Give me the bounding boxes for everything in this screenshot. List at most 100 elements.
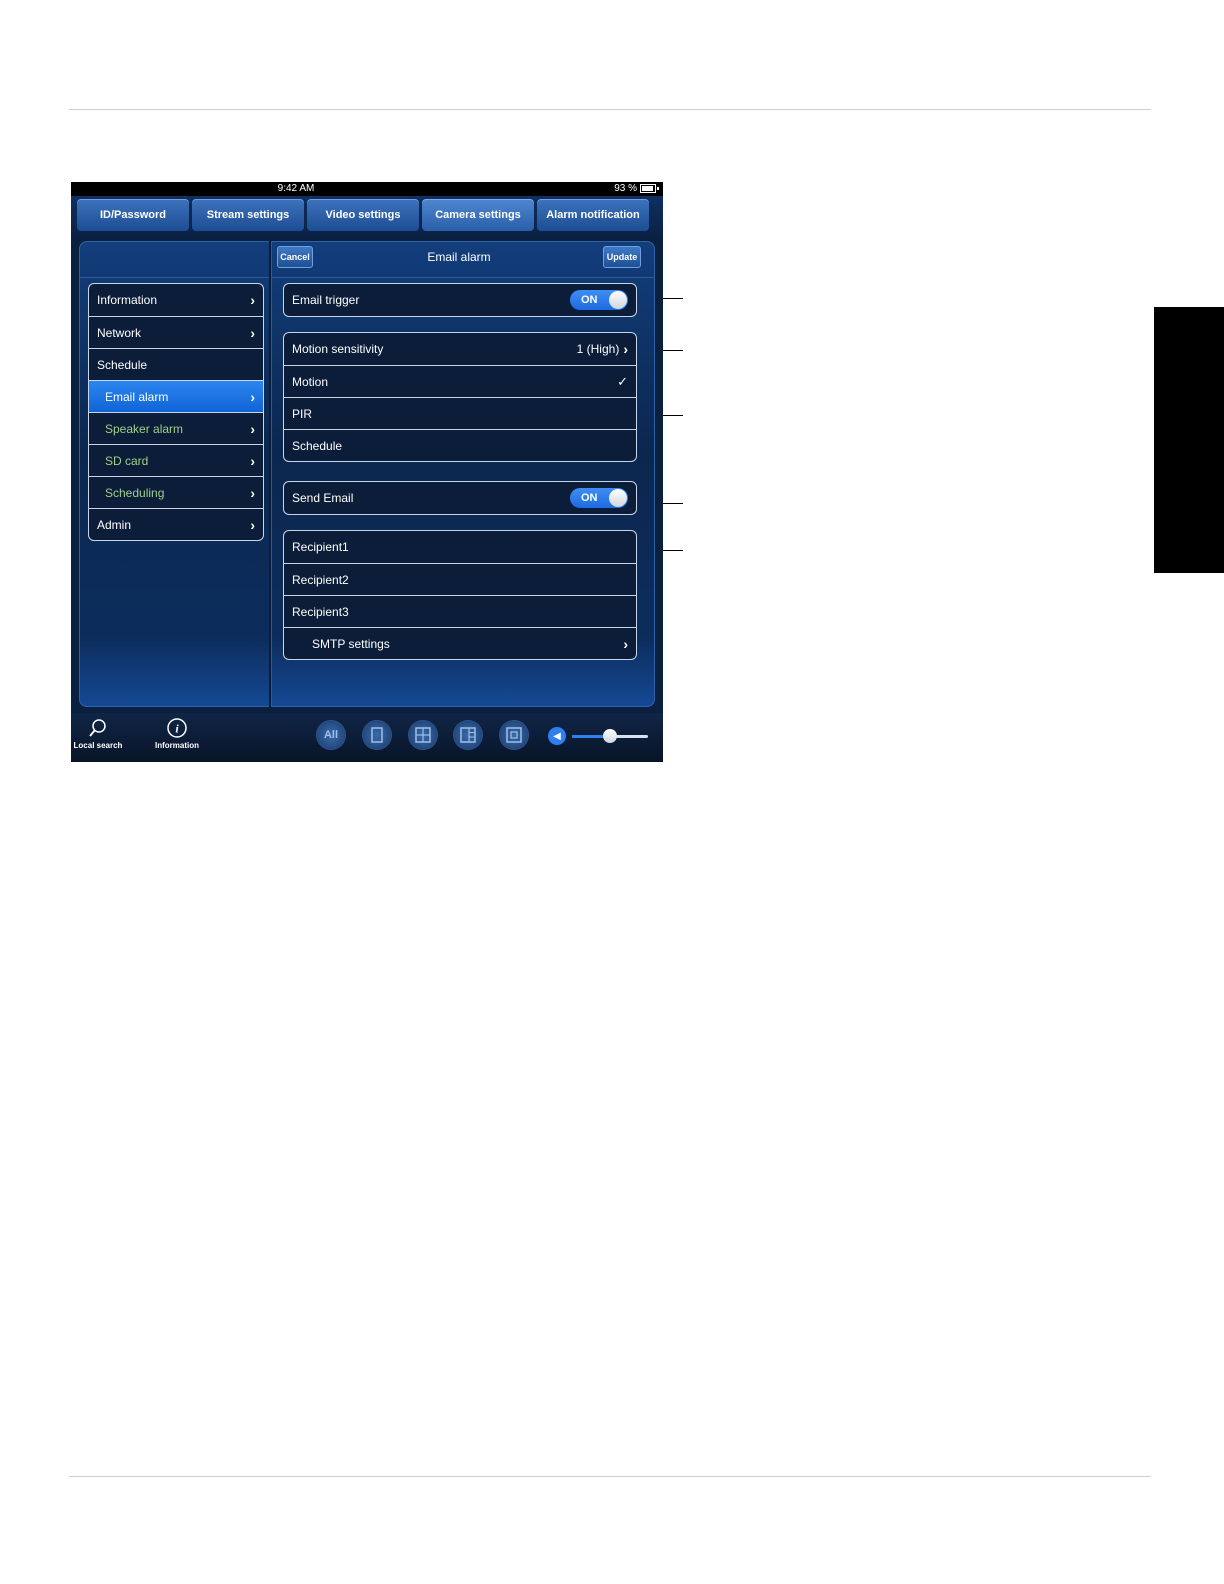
information-label: Information <box>155 741 199 750</box>
send-email-toggle[interactable]: ON <box>570 488 628 508</box>
callout-line <box>663 503 683 504</box>
tab-video-settings[interactable]: Video settings <box>307 199 419 231</box>
volume-slider[interactable] <box>572 729 648 743</box>
sidebar-menu: Information › Network › Schedule Email a… <box>88 283 264 541</box>
tab-camera-settings[interactable]: Camera settings <box>422 199 534 231</box>
sidebar-item-label: Network <box>97 325 142 340</box>
battery-tip <box>657 187 659 190</box>
recipient-label: Recipient3 <box>292 604 349 619</box>
chevron-right-icon: › <box>250 388 255 405</box>
cancel-button[interactable]: Cancel <box>277 246 313 268</box>
email-trigger-row: Email trigger ON <box>284 284 636 316</box>
chevron-right-icon: › <box>250 292 255 308</box>
view-all-label: All <box>323 729 339 741</box>
motion-sensitivity-label: Motion sensitivity <box>292 342 384 356</box>
single-view-icon <box>371 727 383 743</box>
tab-alarm-notification[interactable]: Alarm notification <box>537 199 649 231</box>
sidebar-item-label: Admin <box>97 517 132 532</box>
quad-view-icon <box>415 727 431 743</box>
tab-stream-settings[interactable]: Stream settings <box>192 199 304 231</box>
chevron-right-icon: › <box>623 635 628 652</box>
motion-sensitivity-value: 1 (High) <box>576 342 620 356</box>
svg-text:i: i <box>175 722 179 736</box>
trigger-option-schedule[interactable]: Schedule <box>284 429 636 461</box>
sidebar-item-email-alarm[interactable]: Email alarm › <box>89 380 263 412</box>
app-screenshot: 9:42 AM 93 % ID/Password Stream settings… <box>71 182 663 762</box>
sidebar-item-network[interactable]: Network › <box>89 316 263 348</box>
toggle-state: ON <box>581 492 598 504</box>
chevron-right-icon: › <box>623 341 628 357</box>
smtp-settings-row[interactable]: SMTP settings › <box>284 627 636 659</box>
email-trigger-label: Email trigger <box>292 293 360 307</box>
chevron-right-icon: › <box>250 516 255 533</box>
recipient-3-row[interactable]: Recipient3 <box>284 595 636 627</box>
trigger-option-pir[interactable]: PIR <box>284 397 636 429</box>
sidebar-item-label: Schedule <box>97 357 148 372</box>
option-label: PIR <box>292 406 313 421</box>
recipient-label: Recipient1 <box>292 540 349 554</box>
settings-panel: Cancel Email alarm Update Information › … <box>79 241 655 707</box>
information-button[interactable]: i Information <box>151 717 203 750</box>
chapter-tab <box>1154 307 1224 573</box>
bottom-toolbar: Local search i Information All ◀ <box>71 713 663 762</box>
toggle-state: ON <box>581 294 598 306</box>
status-bar: 9:42 AM 93 % <box>71 182 663 196</box>
fullscreen-icon <box>506 727 522 743</box>
sidebar-item-sd-card[interactable]: SD card › <box>89 444 263 476</box>
toggle-knob <box>609 489 627 507</box>
send-email-label: Send Email <box>292 491 354 505</box>
recipients-group: Recipient1 Recipient2 Recipient3 SMTP se… <box>283 530 637 660</box>
email-trigger-group: Email trigger ON <box>283 283 637 317</box>
local-search-button[interactable]: Local search <box>71 717 125 750</box>
single-view-button[interactable] <box>363 721 391 749</box>
option-label: Motion <box>292 374 329 389</box>
search-icon <box>89 719 106 737</box>
local-search-label: Local search <box>73 741 123 750</box>
settings-tabs: ID/Password Stream settings Video settin… <box>71 196 663 236</box>
split-view-button[interactable] <box>454 721 482 749</box>
tab-id-password[interactable]: ID/Password <box>77 199 189 231</box>
callout-line <box>663 350 683 351</box>
callout-line <box>663 550 683 551</box>
sidebar-item-label: Email alarm <box>105 389 169 404</box>
chevron-right-icon: › <box>250 324 255 341</box>
sidebar-item-scheduling[interactable]: Scheduling › <box>89 476 263 508</box>
info-icon: i <box>167 718 187 738</box>
bottom-rule <box>69 1476 1151 1477</box>
battery-percent: 93 % <box>614 183 637 194</box>
email-trigger-toggle[interactable]: ON <box>570 290 628 310</box>
send-email-row: Send Email ON <box>284 482 636 514</box>
sidebar-item-schedule[interactable]: Schedule <box>89 348 263 380</box>
update-button[interactable]: Update <box>603 246 641 268</box>
send-email-group: Send Email ON <box>283 481 637 515</box>
sidebar-item-label: Information <box>97 293 158 307</box>
view-all-button[interactable]: All <box>317 721 345 749</box>
chevron-right-icon: › <box>250 452 255 469</box>
page-title: Email alarm <box>427 250 491 264</box>
checkmark-icon: ✓ <box>617 373 628 389</box>
sidebar-item-information[interactable]: Information › <box>89 284 263 316</box>
recipient-2-row[interactable]: Recipient2 <box>284 563 636 595</box>
sidebar-item-label: SD card <box>105 453 149 468</box>
chevron-right-icon: › <box>250 420 255 437</box>
fullscreen-button[interactable] <box>500 721 528 749</box>
recipient-1-row[interactable]: Recipient1 <box>284 531 636 563</box>
status-time: 9:42 AM <box>277 183 315 194</box>
quad-view-button[interactable] <box>409 721 437 749</box>
sidebar-item-admin[interactable]: Admin › <box>89 508 263 540</box>
split-view-icon <box>460 727 476 743</box>
trigger-option-motion[interactable]: Motion ✓ <box>284 365 636 397</box>
sidebar-item-label: Scheduling <box>105 485 165 500</box>
callout-line <box>663 298 683 299</box>
battery-icon <box>640 184 656 193</box>
volume-thumb[interactable] <box>603 729 617 743</box>
panel-header: Cancel Email alarm Update <box>79 241 655 278</box>
motion-sensitivity-row[interactable]: Motion sensitivity 1 (High) › <box>284 333 636 365</box>
battery-indicator: 93 % <box>614 183 659 194</box>
top-rule <box>69 109 1151 110</box>
smtp-settings-label: SMTP settings <box>312 636 390 651</box>
sidebar-item-speaker-alarm[interactable]: Speaker alarm › <box>89 412 263 444</box>
speaker-icon[interactable]: ◀ <box>548 727 566 745</box>
pane-divider <box>269 241 271 707</box>
sidebar-item-label: Speaker alarm <box>105 421 184 436</box>
